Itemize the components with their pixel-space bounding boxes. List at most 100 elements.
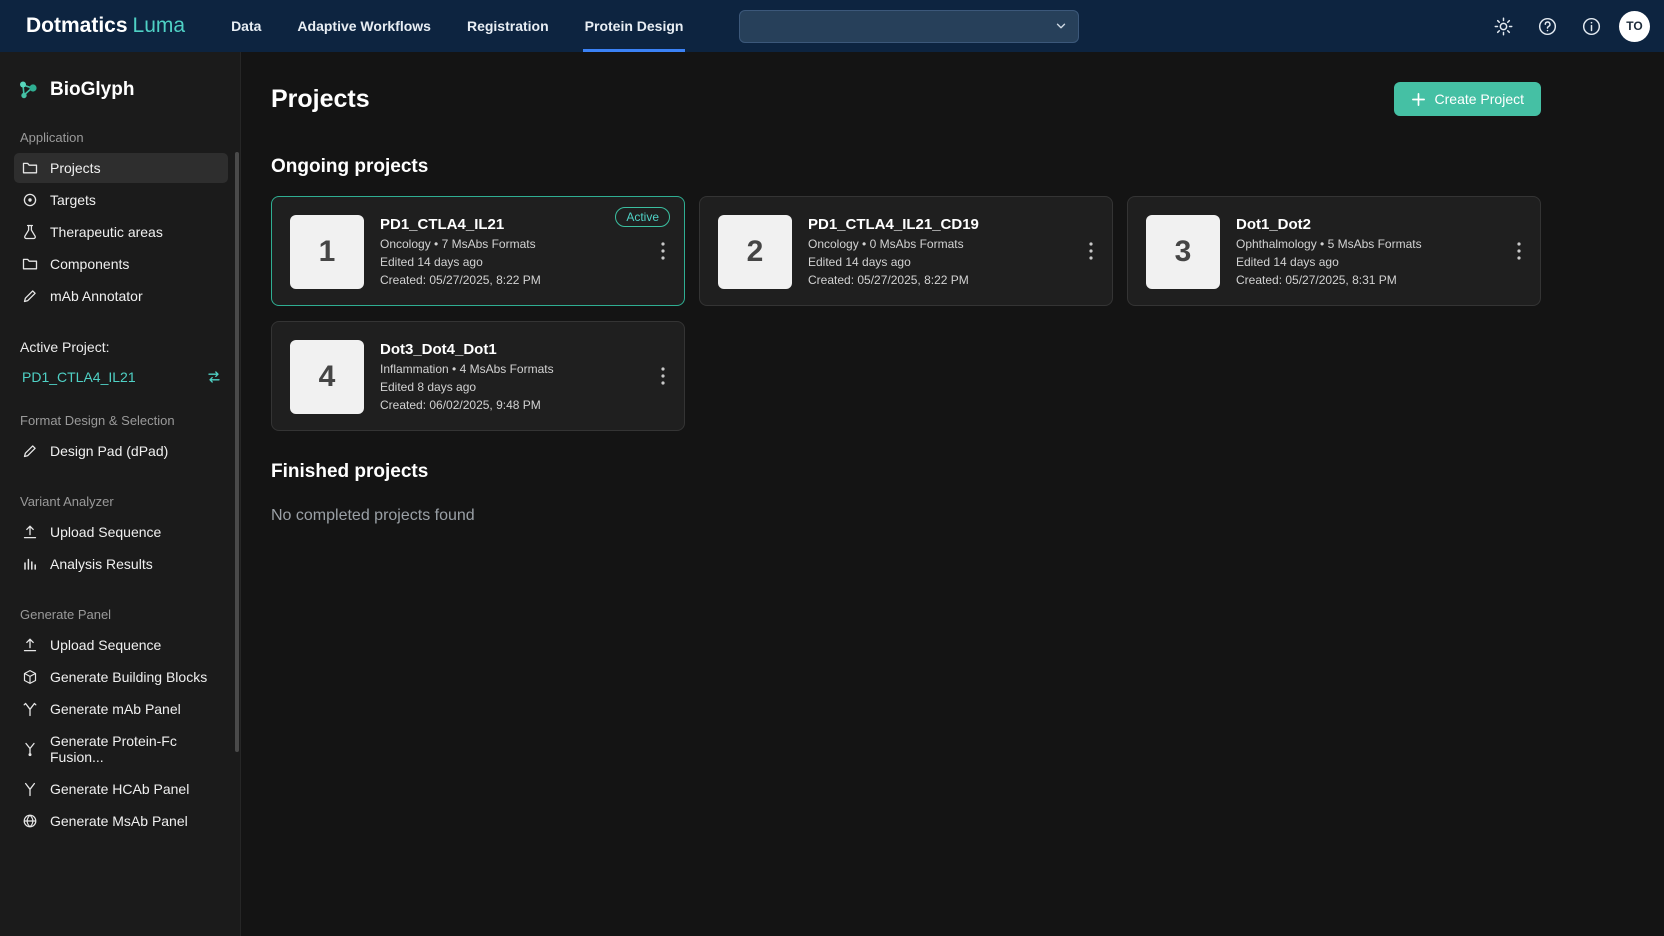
target-icon [22, 192, 38, 208]
project-card[interactable]: 3 Dot1_Dot2 Ophthalmology • 5 MsAbs Form… [1127, 196, 1541, 306]
sidebar-item-design-pad[interactable]: Design Pad (dPad) [14, 436, 228, 466]
upload-icon [22, 524, 38, 540]
info-icon [1582, 17, 1601, 36]
flask-icon [22, 224, 38, 240]
project-card[interactable]: 1 PD1_CTLA4_IL21 Oncology • 7 MsAbs Form… [271, 196, 685, 306]
chevron-down-icon [1054, 19, 1068, 33]
user-avatar[interactable]: TO [1619, 11, 1650, 42]
project-meta: Inflammation • 4 MsAbs Formats [380, 362, 554, 376]
sidebar-item-components[interactable]: Components [14, 249, 228, 279]
project-meta: Oncology • 0 MsAbs Formats [808, 237, 979, 251]
project-number: 3 [1175, 235, 1192, 269]
sidebar-item-label: Targets [50, 192, 96, 208]
sidebar-item-projects[interactable]: Projects [14, 153, 228, 183]
sidebar-item-gp-upload-sequence[interactable]: Upload Sequence [14, 630, 228, 660]
project-number: 4 [319, 360, 336, 394]
project-menu-button[interactable] [650, 361, 676, 391]
sidebar-item-generate-mab-panel[interactable]: Generate mAb Panel [14, 694, 228, 724]
project-number-tile: 3 [1146, 215, 1220, 289]
info-button[interactable] [1575, 10, 1607, 42]
active-project-row: PD1_CTLA4_IL21 [14, 369, 228, 385]
create-project-label: Create Project [1435, 91, 1524, 107]
topbar-actions: TO [1487, 0, 1650, 52]
project-edited: Edited 14 days ago [380, 255, 541, 269]
sidebar-item-label: Upload Sequence [50, 524, 161, 540]
help-button[interactable] [1531, 10, 1563, 42]
kebab-icon [661, 367, 665, 385]
project-number-tile: 2 [718, 215, 792, 289]
nav-item-label: Protein Design [585, 18, 684, 34]
kebab-icon [1089, 242, 1093, 260]
sidebar-item-therapeutic-areas[interactable]: Therapeutic areas [14, 217, 228, 247]
sidebar-item-label: Generate mAb Panel [50, 701, 181, 717]
active-project-label: Active Project: [20, 339, 228, 355]
nav-item-label: Registration [467, 18, 549, 34]
project-card[interactable]: 4 Dot3_Dot4_Dot1 Inflammation • 4 MsAbs … [271, 321, 685, 431]
project-name: PD1_CTLA4_IL21_CD19 [808, 216, 979, 233]
project-created: Created: 05/27/2025, 8:22 PM [808, 273, 979, 287]
antibody-icon [22, 781, 38, 797]
active-project-name[interactable]: PD1_CTLA4_IL21 [22, 369, 136, 385]
sidebar-item-analysis-results[interactable]: Analysis Results [14, 549, 228, 579]
project-number-tile: 4 [290, 340, 364, 414]
sidebar-item-label: Therapeutic areas [50, 224, 163, 240]
settings-button[interactable] [1487, 10, 1519, 42]
project-created: Created: 06/02/2025, 9:48 PM [380, 398, 554, 412]
bioglyph-logo-icon [16, 78, 40, 102]
project-card[interactable]: 2 PD1_CTLA4_IL21_CD19 Oncology • 0 MsAbs… [699, 196, 1113, 306]
sidebar-item-label: Generate MsAb Panel [50, 813, 188, 829]
upload-icon [22, 637, 38, 653]
sidebar-item-label: Upload Sequence [50, 637, 161, 653]
bar-chart-icon [22, 556, 38, 572]
dotmatics-logo: Dotmatics Luma [26, 0, 185, 52]
sidebar-item-label: Analysis Results [50, 556, 153, 572]
antibody-icon [22, 701, 38, 717]
sidebar-item-generate-protein-fc-fusion[interactable]: Generate Protein-Fc Fusion... [14, 726, 228, 772]
project-edited: Edited 8 days ago [380, 380, 554, 394]
sidebar-item-upload-sequence[interactable]: Upload Sequence [14, 517, 228, 547]
project-menu-button[interactable] [1078, 236, 1104, 266]
section-label-application: Application [20, 130, 228, 145]
project-created: Created: 05/27/2025, 8:31 PM [1236, 273, 1422, 287]
sidebar-item-label: Generate Building Blocks [50, 669, 207, 685]
gear-icon [1494, 17, 1513, 36]
nav-item-data[interactable]: Data [213, 0, 279, 52]
project-name: Dot3_Dot4_Dot1 [380, 341, 554, 358]
project-created: Created: 05/27/2025, 8:22 PM [380, 273, 541, 287]
nav-item-adaptive-workflows[interactable]: Adaptive Workflows [279, 0, 449, 52]
cube-icon [22, 669, 38, 685]
section-label-format-design: Format Design & Selection [20, 413, 228, 428]
project-number-tile: 1 [290, 215, 364, 289]
sidebar-item-generate-hcab-panel[interactable]: Generate HCAb Panel [14, 774, 228, 804]
create-project-button[interactable]: Create Project [1394, 82, 1541, 116]
sidebar-item-label: Generate Protein-Fc Fusion... [50, 733, 220, 765]
pen-icon [22, 443, 38, 459]
project-name: Dot1_Dot2 [1236, 216, 1422, 233]
project-meta: Oncology • 7 MsAbs Formats [380, 237, 541, 251]
sidebar-item-generate-msab-panel[interactable]: Generate MsAb Panel [14, 806, 228, 836]
sidebar-item-generate-building-blocks[interactable]: Generate Building Blocks [14, 662, 228, 692]
brand-name: Dotmatics [26, 14, 128, 38]
page-title: Projects [271, 85, 370, 114]
project-edited: Edited 14 days ago [808, 255, 979, 269]
sidebar-item-targets[interactable]: Targets [14, 185, 228, 215]
project-select[interactable] [739, 10, 1079, 43]
topbar: Dotmatics Luma Data Adaptive Workflows R… [0, 0, 1664, 52]
project-number: 2 [747, 235, 764, 269]
project-menu-button[interactable] [1506, 236, 1532, 266]
section-label-generate-panel: Generate Panel [20, 607, 228, 622]
sidebar-scrollbar[interactable] [235, 152, 239, 752]
sidebar-item-label: Projects [50, 160, 101, 176]
sidebar-item-label: Generate HCAb Panel [50, 781, 189, 797]
pen-icon [22, 288, 38, 304]
sidebar-item-label: Components [50, 256, 129, 272]
switch-project-button[interactable] [206, 369, 222, 385]
project-menu-button[interactable] [650, 236, 676, 266]
nav-item-registration[interactable]: Registration [449, 0, 567, 52]
kebab-icon [1517, 242, 1521, 260]
avatar-initials: TO [1626, 19, 1642, 33]
nav-item-protein-design[interactable]: Protein Design [567, 0, 702, 52]
product-name: Luma [133, 14, 186, 38]
sidebar-item-label: Design Pad (dPad) [50, 443, 168, 459]
sidebar-item-mab-annotator[interactable]: mAb Annotator [14, 281, 228, 311]
